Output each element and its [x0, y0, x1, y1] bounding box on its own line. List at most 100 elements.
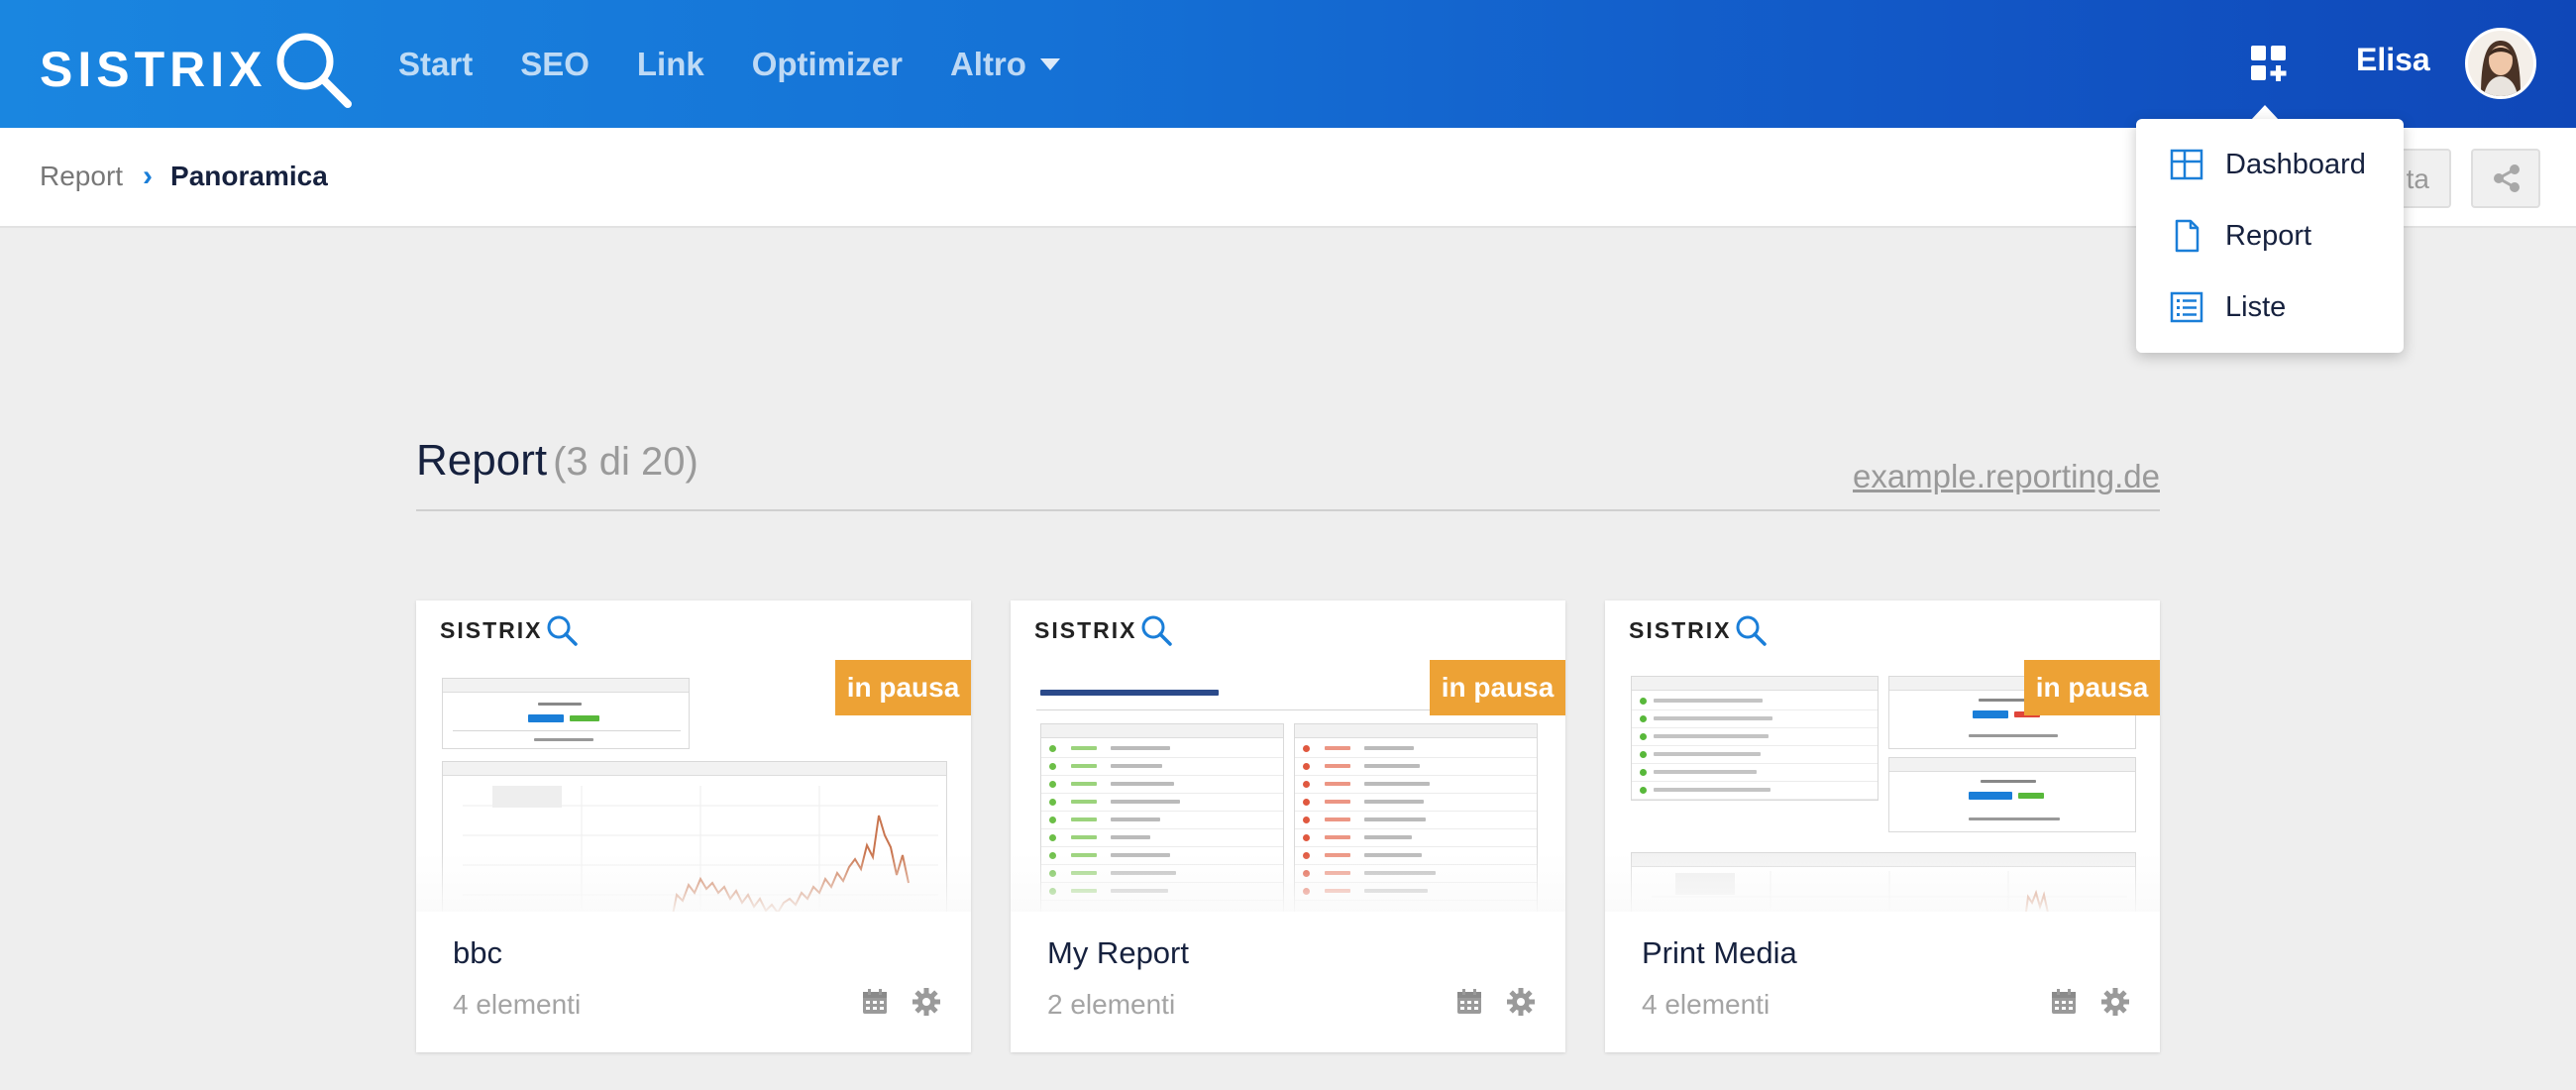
report-actions — [838, 987, 941, 1017]
preview-row — [1295, 758, 1537, 776]
menu-item-report[interactable]: Report — [2170, 211, 2311, 261]
gear-icon[interactable] — [912, 987, 941, 1017]
magnifier-logo-icon — [1736, 615, 1768, 646]
action-button-label: ta — [2406, 164, 2429, 194]
reporting-domain-link[interactable]: example.reporting.de — [1853, 458, 2160, 495]
report-actions — [1433, 987, 1536, 1017]
report-title: Print Media — [1642, 935, 1797, 970]
report-title: My Report — [1047, 935, 1189, 970]
nav-item-altro[interactable]: Altro — [950, 40, 1060, 89]
nav-item-start[interactable]: Start — [398, 40, 473, 89]
sistrix-logo[interactable]: SISTRIX — [40, 30, 354, 109]
caret-down-icon — [1039, 58, 1060, 70]
dashboard-grid-icon — [2170, 149, 2203, 180]
nav-label: Start — [398, 46, 474, 82]
menu-item-label: Report — [2225, 219, 2312, 252]
preview-text — [1969, 818, 2060, 820]
apps-grid-icon[interactable] — [2249, 44, 2289, 83]
share-button[interactable] — [2471, 149, 2540, 208]
nav-label: SEO — [520, 46, 590, 82]
preview-logo: SISTRIX — [440, 612, 580, 648]
preview-row — [1632, 764, 1878, 782]
nav-item-link[interactable]: Link — [637, 40, 704, 89]
preview-fade — [1011, 852, 1565, 912]
status-badge: in pausa — [2024, 660, 2160, 715]
preview-logo: SISTRIX — [1034, 612, 1174, 648]
section-count: (3 di 20) — [553, 440, 698, 484]
user-avatar[interactable] — [2465, 28, 2536, 99]
preview-change — [570, 715, 599, 721]
preview-widget-header — [1295, 724, 1537, 738]
preview-value — [1969, 792, 2012, 800]
preview-text — [534, 738, 593, 741]
preview-row — [1295, 812, 1537, 829]
preview-logo-text: SISTRIX — [1034, 616, 1137, 643]
preview-row — [1041, 812, 1283, 829]
main-nav: Start SEO Link Optimizer Altro — [398, 40, 1108, 89]
preview-row — [1295, 794, 1537, 812]
status-badge: in pausa — [1430, 660, 1565, 715]
preview-logo-text: SISTRIX — [1629, 616, 1732, 643]
report-card-print-media[interactable]: SISTRIX in pausa Print Media 4 elementi — [1605, 600, 2160, 1052]
reports-section-header: Report (3 di 20) example.reporting.de — [416, 436, 2160, 511]
preview-row — [1295, 740, 1537, 758]
preview-widget-header — [1889, 758, 2135, 772]
nav-item-optimizer[interactable]: Optimizer — [752, 40, 903, 89]
report-preview-thumbnail: SISTRIX in pausa — [1605, 600, 2160, 912]
apps-dropdown-menu: Dashboard Report Liste — [2136, 119, 2404, 353]
report-element-count: 4 elementi — [1642, 989, 1771, 1020]
preview-divider — [453, 730, 681, 731]
calendar-icon[interactable] — [2049, 987, 2079, 1017]
report-card-bbc[interactable]: SISTRIX in pausa bbc 4 elementi — [416, 600, 971, 1052]
preview-top-paths-widget — [1631, 676, 1878, 801]
nav-label: Optimizer — [751, 46, 903, 82]
nav-label: Altro — [949, 46, 1026, 82]
preview-row — [1632, 710, 1878, 728]
preview-row — [1632, 746, 1878, 764]
breadcrumb-root-link[interactable]: Report — [40, 161, 123, 192]
report-actions — [2027, 987, 2130, 1017]
report-title: bbc — [453, 935, 502, 970]
preview-widget — [1888, 757, 2136, 832]
preview-text — [1969, 734, 2058, 737]
preview-row — [1041, 758, 1283, 776]
preview-heading — [1040, 690, 1219, 696]
preview-row — [1041, 794, 1283, 812]
preview-row — [1041, 829, 1283, 847]
breadcrumb: Report › Panoramica — [40, 160, 328, 193]
user-name[interactable]: Elisa — [2356, 40, 2430, 79]
gear-icon[interactable] — [2100, 987, 2130, 1017]
logo-text: SISTRIX — [40, 42, 268, 97]
preview-logo: SISTRIX — [1629, 612, 1769, 648]
menu-item-label: Dashboard — [2225, 148, 2366, 180]
preview-widget-header — [1041, 724, 1283, 738]
dropdown-pointer — [2251, 105, 2279, 120]
magnifier-logo-icon — [276, 33, 353, 108]
nav-item-seo[interactable]: SEO — [520, 40, 590, 89]
preview-row — [1041, 776, 1283, 794]
preview-text — [538, 703, 582, 706]
report-card-my-report[interactable]: SISTRIX in pausa My Report 2 elementi — [1011, 600, 1565, 1052]
menu-item-dashboard[interactable]: Dashboard — [2170, 140, 2366, 189]
preview-fade — [1605, 852, 2160, 912]
preview-widget — [442, 678, 690, 749]
chevron-right-icon: › — [143, 160, 154, 192]
preview-text — [1981, 780, 2036, 783]
menu-item-label: Liste — [2225, 290, 2287, 323]
preview-value — [1973, 710, 2008, 718]
magnifier-logo-icon — [547, 615, 579, 646]
preview-value — [528, 714, 564, 722]
section-title: Report (3 di 20) — [416, 436, 698, 486]
report-preview-thumbnail: SISTRIX in pausa — [416, 600, 971, 912]
preview-row — [1295, 829, 1537, 847]
status-badge: in pausa — [835, 660, 971, 715]
preview-row — [1632, 693, 1878, 710]
report-element-count: 2 elementi — [1047, 989, 1176, 1020]
gear-icon[interactable] — [1506, 987, 1536, 1017]
preview-widget-header — [443, 679, 689, 693]
calendar-icon[interactable] — [1454, 987, 1484, 1017]
avatar-portrait-icon — [2468, 31, 2533, 96]
top-navigation-bar: SISTRIX Start SEO Link Optimizer Altro E… — [0, 0, 2576, 128]
menu-item-liste[interactable]: Liste — [2170, 282, 2286, 332]
calendar-icon[interactable] — [860, 987, 890, 1017]
